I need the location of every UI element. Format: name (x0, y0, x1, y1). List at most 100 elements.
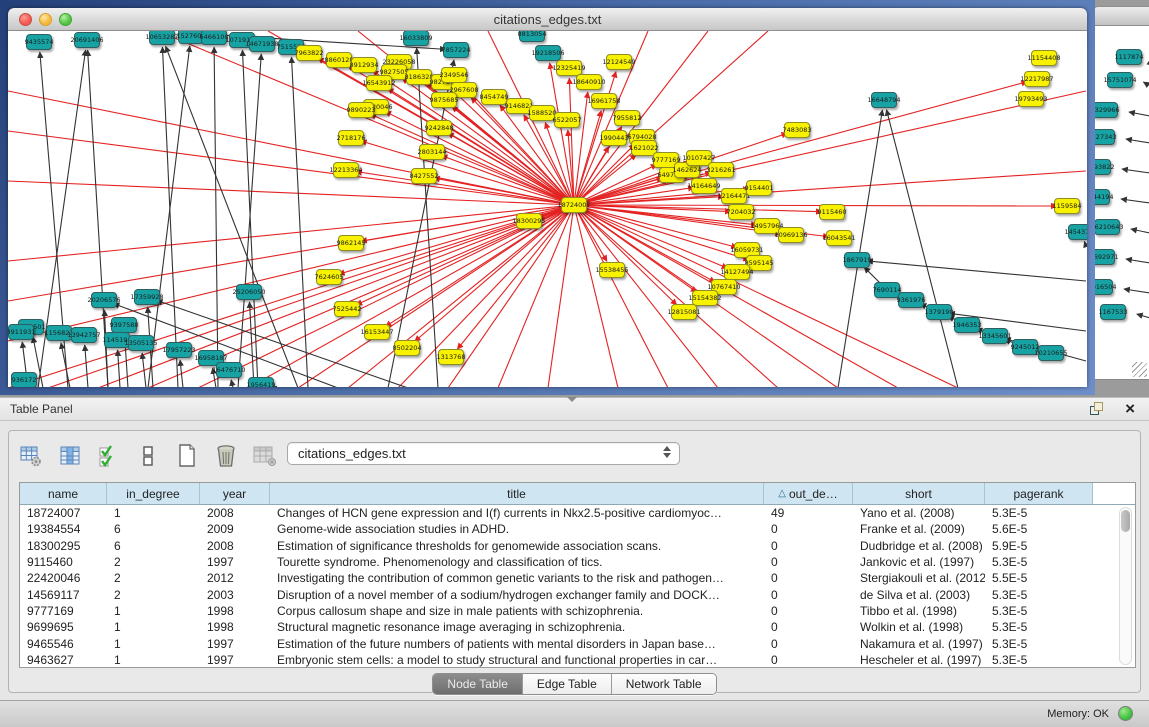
cell-short[interactable]: Stergiakouli et al. (2012) (853, 570, 985, 586)
cell-title[interactable]: Estimation of significance thresholds fo… (270, 538, 764, 554)
graph-node[interactable]: 1159584 (1054, 198, 1080, 214)
graph-node[interactable]: 11154408 (1031, 50, 1057, 66)
graph-node[interactable]: 1379190 (926, 304, 952, 320)
select-columns-icon[interactable] (58, 444, 82, 468)
graph-node[interactable]: 15538455 (599, 262, 625, 278)
splitter-handle-icon[interactable] (567, 397, 577, 402)
cell-pagerank[interactable]: 5.3E-5 (985, 635, 1093, 651)
select-all-checks-icon[interactable] (97, 444, 121, 468)
graph-node[interactable]: 12093822 (1093, 159, 1111, 175)
cell-short[interactable]: de Silva et al. (2003) (853, 586, 985, 602)
column-header-in_degree[interactable]: in_degree (107, 483, 200, 504)
cell-title[interactable]: Investigating the contribution of common… (270, 570, 764, 586)
graph-node[interactable]: 9154401 (746, 180, 772, 196)
graph-node[interactable]: 15692971 (1093, 249, 1115, 265)
graph-node[interactable]: 12213364 (333, 162, 359, 178)
cell-title[interactable]: Tourette syndrome. Phenomenology and cla… (270, 554, 764, 570)
close-panel-icon[interactable]: × (1125, 399, 1135, 419)
cell-in_degree[interactable]: 6 (107, 521, 200, 537)
graph-node[interactable]: 8427552 (411, 168, 437, 184)
cell-out_degree[interactable]: 0 (764, 652, 853, 668)
cell-name[interactable]: 18300295 (20, 538, 107, 554)
graph-node[interactable]: 17359928 (134, 289, 160, 305)
cell-out_degree[interactable]: 49 (764, 505, 853, 521)
tab-edge-table[interactable]: Edge Table (523, 674, 612, 694)
graph-node[interactable]: 2803144 (419, 144, 445, 160)
cell-year[interactable]: 2012 (200, 570, 270, 586)
graph-node[interactable]: 6466100 (201, 31, 227, 45)
cell-out_degree[interactable]: 0 (764, 570, 853, 586)
graph-node[interactable]: 1117874 (1116, 49, 1142, 65)
table-row[interactable]: 946554611997Estimation of the future num… (20, 635, 1135, 651)
cell-name[interactable]: 18724007 (20, 505, 107, 521)
delete-trash-icon[interactable] (214, 444, 238, 468)
graph-node[interactable]: 936172 (11, 372, 37, 387)
cell-short[interactable]: Yano et al. (2008) (853, 505, 985, 521)
graph-node[interactable]: 7963822 (296, 45, 322, 61)
column-header-pagerank[interactable]: pagerank (985, 483, 1093, 504)
cell-year[interactable]: 2009 (200, 521, 270, 537)
float-panel-icon[interactable] (1090, 402, 1105, 417)
graph-node[interactable]: 17957223 (166, 342, 192, 358)
table-selector-dropdown[interactable]: citations_edges.txt (287, 442, 680, 465)
cell-pagerank[interactable]: 5.3E-5 (985, 586, 1093, 602)
graph-node[interactable]: 9397588 (111, 317, 137, 333)
graph-node[interactable]: 12164471 (721, 188, 747, 204)
graph-node[interactable]: 18724007 (561, 197, 587, 213)
cell-year[interactable]: 1997 (200, 652, 270, 668)
background-window-titlebar[interactable] (1093, 6, 1149, 26)
cell-in_degree[interactable]: 2 (107, 554, 200, 570)
network-window[interactable]: citations_edges.txt 94355742069140610653… (0, 0, 1095, 395)
cell-short[interactable]: Tibbo et al. (1998) (853, 603, 985, 619)
graph-node[interactable]: 15154382 (692, 290, 718, 306)
graph-node[interactable]: 16033809 (403, 31, 429, 46)
graph-node[interactable]: 16476710 (216, 362, 242, 378)
graph-node[interactable]: 19218506 (535, 45, 561, 61)
cell-name[interactable]: 9115460 (20, 554, 107, 570)
graph-node[interactable]: 9227343 (1093, 129, 1115, 145)
cell-out_degree[interactable]: 0 (764, 521, 853, 537)
cell-out_degree[interactable]: 0 (764, 538, 853, 554)
cell-pagerank[interactable]: 5.3E-5 (985, 652, 1093, 668)
graph-node[interactable]: 14164649 (691, 178, 717, 194)
graph-node[interactable]: 7624605 (316, 269, 342, 285)
column-header-name[interactable]: name (20, 483, 107, 504)
cell-out_degree[interactable]: 0 (764, 635, 853, 651)
cell-name[interactable]: 9699695 (20, 619, 107, 635)
graph-node[interactable]: 8912934 (351, 57, 377, 73)
cell-out_degree[interactable]: 0 (764, 554, 853, 570)
graph-node[interactable]: 8502204 (394, 340, 420, 356)
cell-short[interactable]: Hescheler et al. (1997) (853, 652, 985, 668)
cell-in_degree[interactable]: 6 (107, 538, 200, 554)
cell-year[interactable]: 2008 (200, 538, 270, 554)
cell-pagerank[interactable]: 5.3E-5 (985, 619, 1093, 635)
graph-node[interactable]: 16153447 (364, 324, 390, 340)
cell-title[interactable]: Structural magnetic resonance image aver… (270, 619, 764, 635)
table-scrollbar[interactable] (1119, 507, 1132, 665)
network-window-titlebar[interactable]: citations_edges.txt (8, 8, 1087, 31)
cell-in_degree[interactable]: 2 (107, 586, 200, 602)
graph-node[interactable]: 9890223 (348, 102, 374, 118)
graph-node[interactable]: 10210655 (1038, 345, 1064, 361)
graph-node[interactable]: 16043541 (826, 230, 852, 246)
graph-node[interactable]: 1588520 (529, 105, 555, 121)
resize-grip-icon[interactable] (1132, 362, 1147, 377)
memory-status-indicator[interactable] (1118, 706, 1133, 721)
graph-node[interactable]: 12124549 (606, 54, 632, 70)
graph-node[interactable]: 18300295 (516, 213, 542, 229)
tab-network-table[interactable]: Network Table (612, 674, 716, 694)
graph-node[interactable]: 18640910 (576, 74, 602, 90)
graph-node[interactable]: 8813054 (519, 31, 545, 42)
graph-node[interactable]: 2349546 (441, 67, 467, 83)
graph-node[interactable]: 7857224 (443, 42, 469, 58)
cell-title[interactable]: Corpus callosum shape and size in male p… (270, 603, 764, 619)
graph-node[interactable]: 9329966 (1093, 102, 1118, 118)
cell-in_degree[interactable]: 1 (107, 619, 200, 635)
graph-node[interactable]: 7955812 (614, 110, 640, 126)
graph-node[interactable]: 17016504 (1093, 279, 1113, 295)
cell-out_degree[interactable]: 0 (764, 603, 853, 619)
table-row[interactable]: 1872400712008Changes of HCN gene express… (20, 505, 1135, 521)
graph-node[interactable]: 9435574 (26, 34, 52, 50)
graph-node[interactable]: 1990443 (601, 130, 627, 146)
table-settings-icon[interactable] (19, 444, 43, 468)
